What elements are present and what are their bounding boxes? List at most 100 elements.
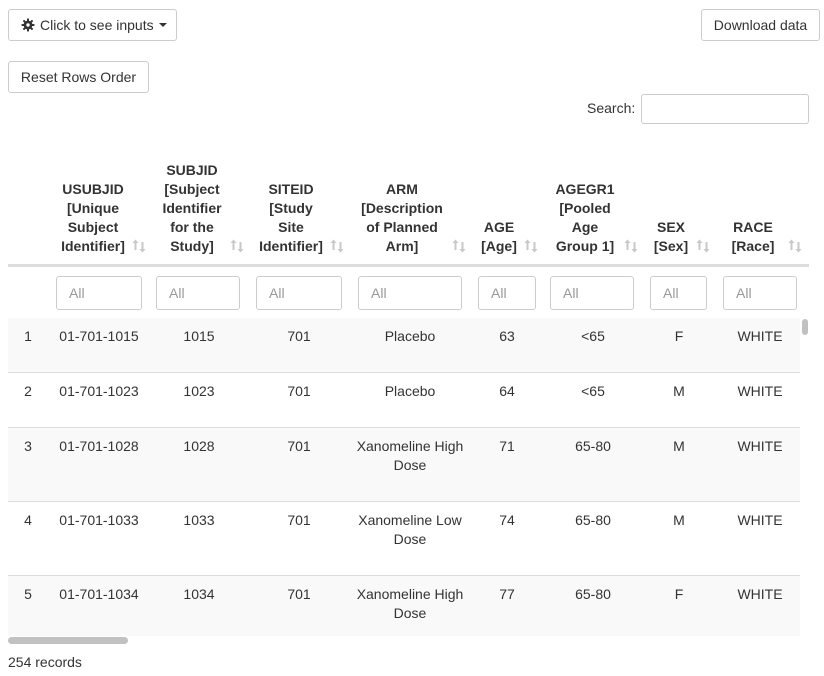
column-header-line: Age [571,219,599,235]
records-count: 254 records [8,654,82,670]
cell-age: 64 [499,383,515,399]
inputs-button-label: Click to see inputs [40,17,154,33]
column-header-usubjid[interactable]: USUBJID [Unique Subject Identifier] [56,160,146,262]
sort-both-icon[interactable] [230,239,244,253]
cell-row: 5 [24,586,32,602]
column-header-line: [Age] [481,238,517,254]
column-header-line: AGEGR1 [555,181,615,197]
cell-usubjid: 01-701-1033 [59,512,139,528]
column-header-line: Site [278,219,304,235]
cell-age: 63 [499,328,515,344]
cell-siteid: 701 [287,438,311,454]
cell-subjid: 1033 [183,512,215,528]
column-header-line: for the [170,219,214,235]
caret-down-icon [158,23,167,27]
cell-age: 71 [499,438,515,454]
table-row[interactable]: 4 01-701-1033 1033 701 Xanomeline Low Dose 74… [8,502,800,576]
cell-agegr1: 65-80 [575,438,611,454]
sort-both-icon[interactable] [524,239,538,253]
filter-input-subjid[interactable] [156,276,240,310]
cell-sex: M [673,383,685,399]
cell-subjid: 1028 [183,438,215,454]
filter-input-agegr1[interactable] [550,276,634,310]
cell-sex: M [673,512,685,528]
column-header-line: USUBJID [62,181,124,197]
column-header-siteid[interactable]: SITEID [Study Site Identifier] [254,160,344,262]
cell-siteid: 701 [287,328,311,344]
cell-usubjid: 01-701-1034 [59,586,139,602]
table-row[interactable]: 3 01-701-1028 1028 701 Xanomeline High Dose 7… [8,428,800,502]
table-row[interactable]: 1 01-701-1015 1015 701 Placebo 63 <65 F WHITE [8,318,800,373]
column-header-line: [Sex] [653,238,689,254]
cell-siteid: 701 [287,586,311,602]
table-row[interactable]: 5 01-701-1034 1034 701 Xanomeline High Dose 7… [8,576,800,636]
filter-input-sex[interactable] [650,276,707,310]
cell-row: 1 [24,328,32,344]
cell-siteid: 701 [287,512,311,528]
column-header-sex[interactable]: SEX [Sex] [648,160,710,262]
gear-icon [21,18,35,32]
filter-input-age[interactable] [478,276,536,310]
column-header-subjid[interactable]: SUBJID [Subject Identifier for the Study] [156,160,244,262]
column-header-line: of Planned [366,219,438,235]
column-header-age[interactable]: AGE [Age] [476,160,538,262]
cell-arm: Xanomeline High Dose [356,438,464,473]
sort-both-icon[interactable] [788,239,802,253]
column-header-line: Study] [170,238,214,254]
cell-race: WHITE [737,512,783,528]
column-header-line: AGE [483,219,515,235]
cell-usubjid: 01-701-1015 [59,328,139,344]
column-header-line: SITEID [268,181,314,197]
cell-arm: Placebo [384,383,436,399]
horizontal-scrollbar[interactable] [8,636,800,645]
sort-both-icon[interactable] [132,239,146,253]
horizontal-scrollbar-thumb[interactable] [8,637,128,644]
cell-agegr1: <65 [581,328,605,344]
cell-age: 74 [499,512,515,528]
sort-both-icon[interactable] [452,239,466,253]
filter-input-siteid[interactable] [256,276,342,310]
cell-agegr1: <65 [581,383,605,399]
column-header-line: SUBJID [166,162,218,178]
column-header-line: [Subject [164,181,220,197]
column-header-line: [Description [361,200,443,216]
table-row[interactable]: 2 01-701-1023 1023 701 Placebo 64 <65 M WHITE [8,373,800,428]
column-header-arm[interactable]: ARM [Description of Planned Arm] [354,160,466,262]
column-header-line: RACE [733,219,773,235]
filter-input-arm[interactable] [358,276,462,310]
search-label: Search: [587,100,636,116]
cell-row: 3 [24,438,32,454]
inputs-dropdown-button[interactable]: Click to see inputs [8,9,177,41]
cell-race: WHITE [737,438,783,454]
cell-race: WHITE [737,328,783,344]
filter-input-race[interactable] [723,276,797,310]
cell-agegr1: 65-80 [575,512,611,528]
header-divider [8,264,809,267]
cell-arm: Placebo [384,328,436,344]
cell-siteid: 701 [287,383,311,399]
vertical-scrollbar[interactable] [801,318,809,636]
column-header-line: ARM [386,181,418,197]
sort-both-icon[interactable] [624,239,638,253]
column-header-line: [Race] [731,238,775,254]
search-input[interactable] [641,94,809,124]
reset-rows-order-button[interactable]: Reset Rows Order [8,61,149,93]
column-header-race[interactable]: RACE [Race] [720,160,802,262]
column-header-line: Arm] [385,238,419,254]
column-header-line: [Unique [66,200,120,216]
column-header-line: Group 1] [555,238,615,254]
column-header-line: Identifier] [61,238,125,254]
sort-both-icon[interactable] [696,239,710,253]
download-data-button[interactable]: Download data [701,9,820,41]
filter-input-usubjid[interactable] [56,276,142,310]
cell-usubjid: 01-701-1028 [59,438,139,454]
cell-race: WHITE [737,383,783,399]
cell-arm: Xanomeline Low Dose [358,512,462,547]
column-header-agegr1[interactable]: AGEGR1 [Pooled Age Group 1] [548,160,638,262]
download-button-label: Download data [713,17,808,33]
column-header-line: Identifier [162,200,222,216]
vertical-scrollbar-thumb[interactable] [802,319,808,335]
reset-button-label: Reset Rows Order [20,69,137,85]
cell-subjid: 1015 [183,328,215,344]
sort-both-icon[interactable] [330,239,344,253]
